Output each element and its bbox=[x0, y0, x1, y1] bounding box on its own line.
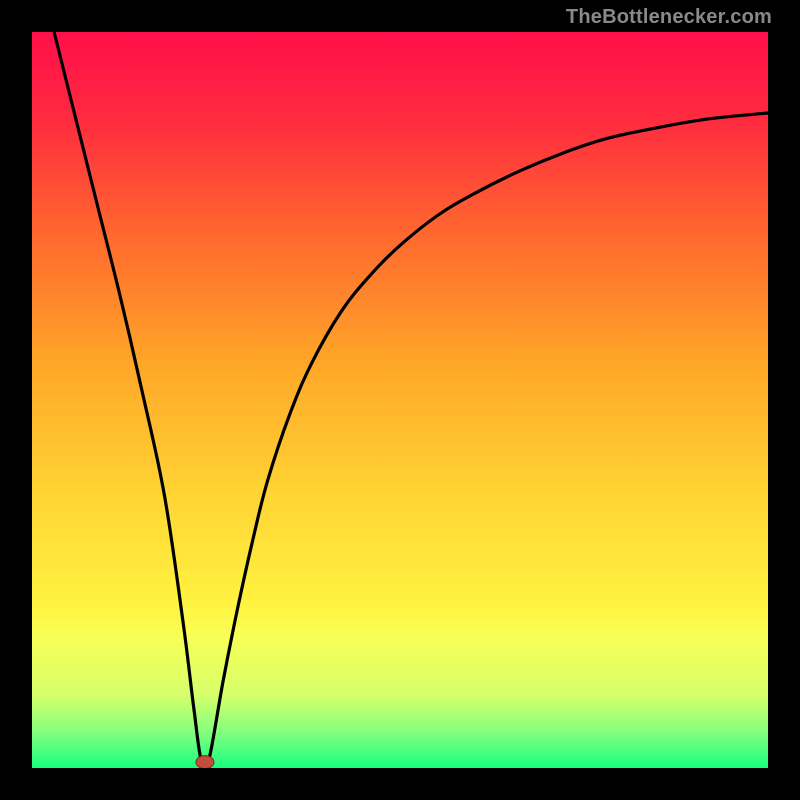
watermark-text: TheBottlenecker.com bbox=[566, 6, 772, 29]
chart-frame bbox=[0, 0, 800, 800]
